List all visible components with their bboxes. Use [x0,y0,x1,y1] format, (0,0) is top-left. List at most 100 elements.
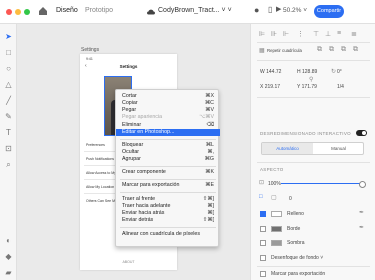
rotation-field[interactable]: 0° [337,69,342,75]
play-icon[interactable]: ▶ [276,5,281,13]
maximize-window-button[interactable] [24,9,30,15]
menu-item-lock[interactable]: Bloquear ⌘L [116,142,220,149]
polygon-icon[interactable]: △ [4,80,13,89]
align-center-icon[interactable]: ⊪ [271,30,277,38]
menu-item-paste-appearance: Pegar apariencia ⌥⌘V [122,114,214,120]
border-checkbox[interactable] [260,226,266,232]
align-bottom-icon[interactable]: ≡ [337,30,341,37]
app-window: Diseño Prototipo CodyBrown_Tract... ˅ ˅ … [0,0,375,280]
zoom-icon[interactable]: ⌕ [4,160,13,169]
repeat-grid-button[interactable]: Repetir cuadrícula [267,48,302,53]
lock-aspect-icon[interactable]: ⚲ [309,76,313,83]
pen-icon[interactable]: ✎ [4,112,13,121]
line-icon[interactable]: ╱ [4,96,13,105]
menu-item-group[interactable]: Agrupar ⌘G [116,156,220,163]
flip-ratio[interactable]: 1/4 [337,84,344,90]
corner-radius-icon[interactable]: □ [259,194,263,200]
tab-prototype[interactable]: Prototipo [85,7,113,14]
menu-item-send-to-back[interactable]: Enviar detrás ⇧⌘[ [116,217,220,224]
eyedropper-icon[interactable]: ✒ [359,209,364,216]
menu-item-edit-in-photoshop[interactable]: Editar en Photoshop... [116,129,220,136]
property-inspector: ⊫ ⊪ ⊩ ⋮ ⊤ ⊥ ≡ ≣ ▦ Repetir cuadrícula ⧉ ⧉… [250,24,375,280]
user-icon[interactable]: ● [254,5,259,15]
settings-row: Allow My Location [86,185,115,189]
align-top-icon[interactable]: ⊤ [313,30,319,38]
document-title[interactable]: CodyBrown_Tract... ˅ ˅ [158,7,232,14]
rectangle-icon[interactable]: □ [4,48,13,57]
background-blur-dropdown[interactable]: Desenfoque de fondo ˅ [271,255,323,261]
width-field[interactable]: W 144.72 [260,69,281,75]
repeat-grid-icon[interactable]: ▦ [259,47,265,54]
menu-item-cut[interactable]: Cortar ⌘X [116,93,220,100]
left-toolbar: ➤ □ ○ △ ╱ ✎ T ⊡ ⌕ ◐ ◆ ▰ [0,24,17,280]
align-right-icon[interactable]: ⊩ [283,30,289,38]
settings-row: Preferences [86,143,105,147]
text-icon[interactable]: T [4,128,13,137]
per-corner-radius-icon[interactable]: ▢ [271,194,277,201]
boolean-intersect-icon[interactable]: ⧉ [341,46,346,54]
fill-color-swatch[interactable] [271,211,282,217]
distribute-vertical-icon[interactable]: ≣ [351,30,357,38]
tab-design[interactable]: Diseño [56,7,78,14]
fill-checkbox[interactable] [260,211,266,217]
menu-item-hide[interactable]: Ocultar ⌘, [116,149,220,156]
assets-icon[interactable]: ◐ [4,236,13,245]
menu-item-create-component[interactable]: Crear componente ⌘K [116,169,220,176]
boolean-add-icon[interactable]: ⧉ [317,46,322,54]
radius-value[interactable]: 0 [289,196,292,202]
opacity-value[interactable]: 100% [268,181,281,187]
screen-footer: ABOUT [122,260,135,264]
mobile-icon[interactable]: ▯ [268,5,272,14]
select-icon[interactable]: ➤ [4,32,13,41]
responsive-resize-label: DESREDIMENSIONADO INTERACTIVO [260,131,351,136]
menu-item-bring-forward[interactable]: Traer hacia adelante ⌘] [116,203,220,210]
menu-item-bring-to-front[interactable]: Traer al frente ⇧⌘] [116,196,220,203]
fill-label: Relleno [287,211,304,217]
minimize-window-button[interactable] [15,9,21,15]
responsive-resize-toggle[interactable] [356,130,367,136]
menu-item-send-backward[interactable]: Enviar hacia atrás ⌘[ [116,210,220,217]
eyedropper-icon[interactable]: ✒ [359,224,364,231]
ellipse-icon[interactable]: ○ [4,64,13,73]
export-checkbox[interactable] [260,271,266,277]
cloud-icon [147,9,155,15]
menu-item-paste[interactable]: Pegar ⌘V [116,107,220,114]
background-blur-checkbox[interactable] [260,255,266,261]
artboard-icon[interactable]: ⊡ [4,144,13,153]
align-left-icon[interactable]: ⊫ [259,30,265,38]
auto-resize-option[interactable]: Automático [262,143,313,154]
export-label: Marcar para exportación [271,271,326,277]
menu-item-delete[interactable]: Eliminar ⌫ [116,122,220,129]
settings-row: Push Notifications [86,157,115,161]
zoom-level[interactable]: 50.2% ˅ [283,7,307,14]
x-field[interactable]: X 219.17 [260,84,280,90]
manual-resize-option[interactable]: Manual [313,143,364,154]
resize-mode-segmented: Automático Manual [261,142,364,155]
shadow-color-swatch[interactable] [271,240,282,246]
status-time: 9:41 [86,57,93,61]
top-bar: Diseño Prototipo CodyBrown_Tract... ˅ ˅ … [0,0,375,24]
screen-title: Settings [119,64,138,69]
share-button[interactable]: Compartir [314,5,344,18]
boolean-subtract-icon[interactable]: ⧉ [329,46,334,54]
layers-icon[interactable]: ◆ [4,252,13,261]
shadow-label: Sombra [287,240,305,246]
artboard-title[interactable]: Settings [81,47,99,53]
y-field[interactable]: Y 171.79 [297,84,317,90]
align-middle-icon[interactable]: ⊥ [325,30,331,38]
border-label: Borde [287,226,301,232]
opacity-icon: ⊡ [259,180,265,186]
menu-item-align-pixel-grid[interactable]: Alinear con cuadrícula de píxeles [116,231,220,238]
rotate-icon: ↻ [331,69,337,75]
home-icon[interactable] [38,6,48,16]
menu-item-copy[interactable]: Copiar ⌘C [116,100,220,107]
height-field[interactable]: H 128.89 [297,69,317,75]
menu-item-mark-for-export[interactable]: Marcar para exportación ⌘E [116,182,220,189]
shadow-checkbox[interactable] [260,240,266,246]
boolean-exclude-icon[interactable]: ⧉ [353,46,358,54]
distribute-icon[interactable]: ⋮ [297,30,304,38]
border-color-swatch[interactable] [271,226,282,232]
plugins-icon[interactable]: ▰ [4,268,13,277]
opacity-slider[interactable] [281,181,366,188]
close-window-button[interactable] [6,9,12,15]
